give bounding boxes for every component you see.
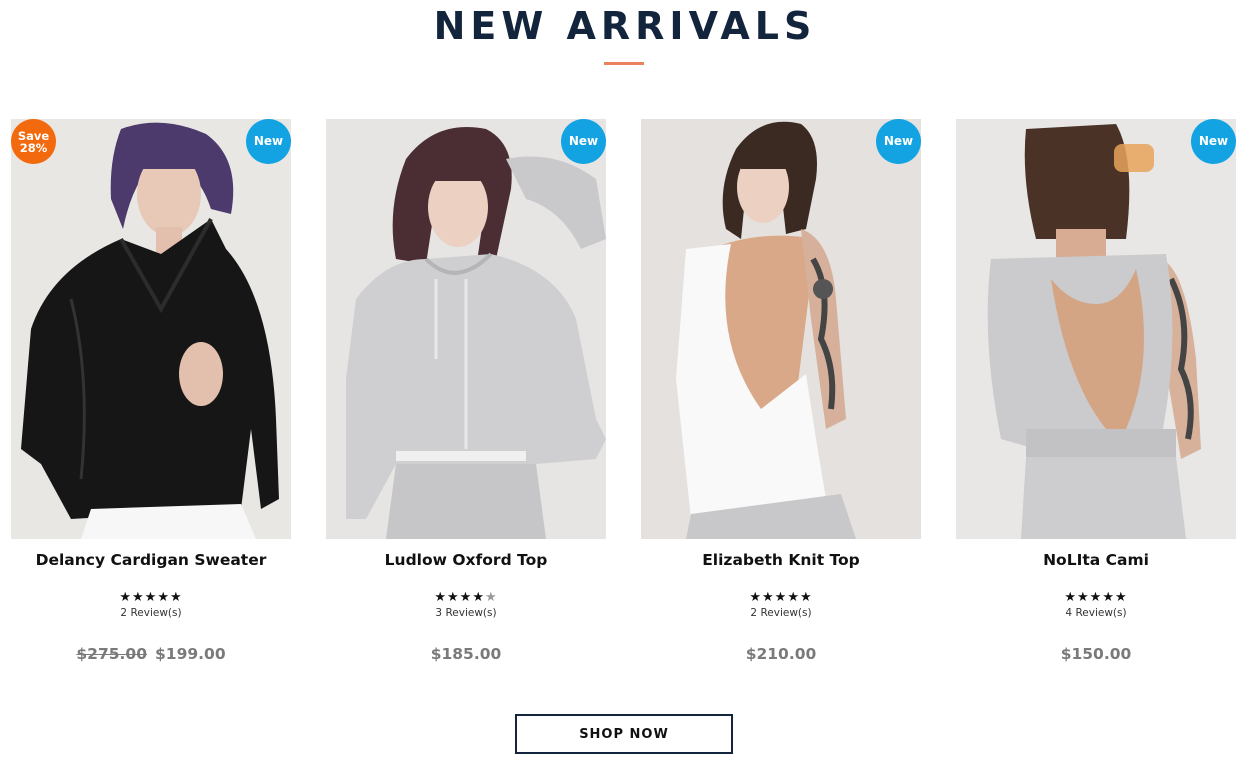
star-rating: ★★★★★ [119,590,183,605]
section-title: NEW ARRIVALS [433,4,817,48]
title-underline [604,62,644,65]
review-count[interactable]: 2 Review(s) [11,607,291,619]
sale-badge: Save 28% [11,119,56,164]
old-price: $275.00 [76,645,147,663]
product-card[interactable]: New Elizabeth Knit Top ★★★★★ 2 Review(s)… [641,119,921,679]
star-rating: ★★★★★ [434,590,498,605]
product-name[interactable]: Elizabeth Knit Top [641,551,921,569]
product-name[interactable]: Ludlow Oxford Top [326,551,606,569]
new-badge: New [876,119,921,164]
product-card[interactable]: Save 28% New Delancy Cardigan Sweater ★★… [11,119,291,679]
product-price: $275.00 $199.00 [11,645,291,663]
current-price: $150.00 [1060,645,1132,663]
model-white-open-back-top-icon [641,119,921,539]
new-badge: New [1191,119,1236,164]
product-price: $210.00 [641,645,921,663]
product-price: $150.00 [956,645,1236,663]
current-price: $210.00 [745,645,817,663]
product-name[interactable]: Delancy Cardigan Sweater [11,551,291,569]
current-price: $199.00 [155,645,226,663]
product-price: $185.00 [326,645,606,663]
product-image[interactable]: New [641,119,921,539]
model-grey-open-back-cami-icon [956,119,1236,539]
new-badge: New [561,119,606,164]
review-count[interactable]: 2 Review(s) [641,607,921,619]
product-image[interactable]: New [956,119,1236,539]
product-image[interactable]: New [326,119,606,539]
shop-now-button[interactable]: SHOP NOW [515,714,733,754]
star-rating: ★★★★★ [1064,590,1128,605]
product-card[interactable]: New NoLIta Cami ★★★★★ 4 Review(s) $150.0… [956,119,1236,679]
new-badge: New [246,119,291,164]
product-image[interactable]: Save 28% New [11,119,291,539]
model-grey-hoodie-icon [326,119,606,539]
review-count[interactable]: 4 Review(s) [956,607,1236,619]
product-grid: Save 28% New Delancy Cardigan Sweater ★★… [11,119,1237,679]
product-card[interactable]: New Ludlow Oxford Top ★★★★★ 3 Review(s) … [326,119,606,679]
star-rating: ★★★★★ [749,590,813,605]
model-leather-jacket-icon [11,119,291,539]
current-price: $185.00 [430,645,502,663]
review-count[interactable]: 3 Review(s) [326,607,606,619]
product-name[interactable]: NoLIta Cami [956,551,1236,569]
